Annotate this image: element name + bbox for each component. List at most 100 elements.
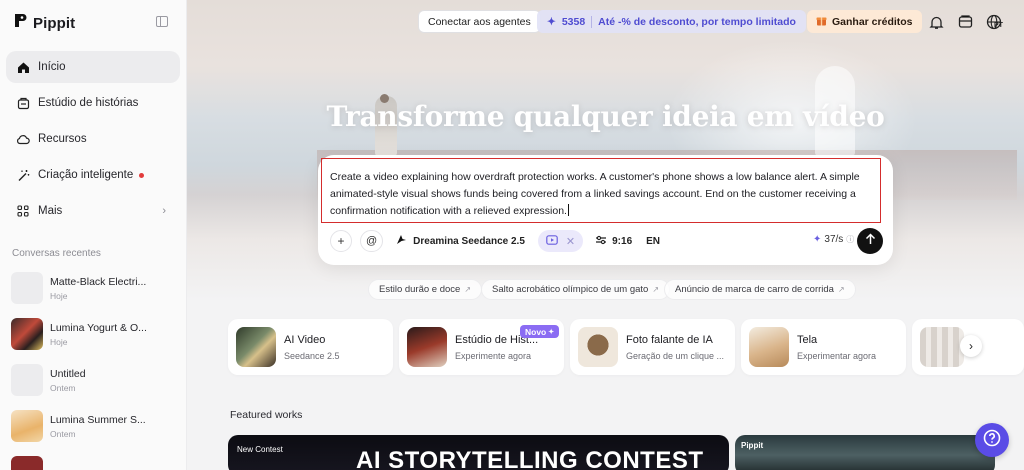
- sidebar-item-estudio[interactable]: Estúdio de histórias: [6, 87, 180, 119]
- tool-description: Experimentar agora: [797, 350, 877, 361]
- featured-work-card[interactable]: Pippit: [735, 435, 995, 470]
- conversation-date: Ontem: [50, 428, 76, 439]
- conversation-thumbnail: [11, 364, 43, 396]
- video-mode-chip[interactable]: ✕: [537, 230, 584, 252]
- prompt-card: Create a video explaining how overdraft …: [318, 155, 893, 265]
- suggestion-chip[interactable]: Estilo durão e doce ↗: [368, 279, 483, 300]
- suggestion-label: Estilo durão e doce: [379, 284, 461, 295]
- conversation-thumbnail: [11, 410, 43, 442]
- tool-card-canvas[interactable]: Tela Experimentar agora: [741, 319, 906, 375]
- magic-wand-icon: [16, 168, 30, 182]
- sidebar-item-label: Recursos: [38, 133, 87, 145]
- brand[interactable]: Pippit: [14, 13, 75, 33]
- question-icon: [983, 429, 1001, 452]
- brand-name: Pippit: [33, 14, 76, 32]
- aspect-ratio-selector[interactable]: 9:16: [595, 235, 632, 248]
- new-badge: Novo ✦: [520, 325, 560, 338]
- promo-text: Até -% de desconto, por tempo limitado: [598, 15, 796, 28]
- tool-card-talking-photo[interactable]: Foto falante de IA Geração de um clique …: [570, 319, 735, 375]
- pippit-watermark: Pippit: [741, 441, 764, 450]
- info-icon[interactable]: ⓘ: [846, 234, 854, 245]
- sparkle-icon: ✦: [813, 234, 822, 245]
- arrow-up-right-icon: ↗: [652, 285, 660, 294]
- language-code: PT: [994, 22, 1003, 29]
- suggestion-label: Salto acrobático olímpico de um gato: [492, 284, 649, 295]
- suggestion-chip[interactable]: Anúncio de marca de carro de corrida ↗: [664, 279, 856, 300]
- prompt-text: Create a video explaining how overdraft …: [330, 171, 860, 217]
- tool-description: Experimente agora: [455, 350, 532, 361]
- add-attachment-button[interactable]: +: [330, 230, 352, 252]
- sidebar-item-label: Estúdio de histórias: [38, 97, 139, 109]
- cloud-icon: [16, 132, 30, 146]
- sidebar-item-label: Criação inteligente: [38, 169, 134, 181]
- conversation-item[interactable]: Untitled Ontem: [11, 363, 181, 397]
- credit-rate: ✦ 37/s ⓘ: [813, 234, 854, 245]
- language-selector[interactable]: EN: [646, 236, 660, 247]
- notification-dot: [139, 172, 145, 178]
- main-area: Conectar aos agentes ✦ 5358 Até -% de de…: [187, 0, 1024, 470]
- credit-rate-value: 37/s: [824, 234, 844, 245]
- dreamina-logo-icon: [396, 234, 407, 248]
- inbox-icon[interactable]: [956, 13, 974, 31]
- conversation-name: Matte-Black Electri...: [50, 275, 147, 288]
- conversation-name: Lumina Yogurt & O...: [50, 321, 147, 334]
- earn-credits-button[interactable]: Ganhar créditos: [807, 10, 922, 33]
- model-selector[interactable]: Dreamina Seedance 2.5: [391, 234, 530, 248]
- conversation-item[interactable]: Lumina Summer S... Ontem: [11, 409, 181, 443]
- tool-description: Seedance 2.5: [284, 350, 340, 361]
- sidebar-item-criacao[interactable]: Criação inteligente: [6, 159, 180, 191]
- prompt-toolbar: + @ Dreamina Seedance 2.5 ✕ 9:16 EN: [330, 230, 660, 252]
- text-caret: [567, 204, 569, 216]
- sidebar-item-mais[interactable]: Mais ›: [6, 195, 180, 227]
- contest-title: AI STORYTELLING CONTEST: [356, 447, 704, 470]
- tool-thumbnail: [236, 327, 276, 367]
- chevron-right-icon: ›: [162, 205, 166, 217]
- promo-count: 5358: [561, 15, 586, 28]
- sidebar-item-inicio[interactable]: Início: [6, 51, 180, 83]
- chevron-right-icon: ›: [969, 339, 973, 353]
- mention-button[interactable]: @: [360, 230, 384, 252]
- conversation-name: Untitled: [50, 367, 86, 380]
- aspect-ratio-value: 9:16: [612, 235, 633, 247]
- sidebar-item-recursos[interactable]: Recursos: [6, 123, 180, 155]
- carousel-next-button[interactable]: ›: [960, 335, 982, 357]
- conversation-date: Ontem: [50, 382, 76, 393]
- tool-card-story-studio[interactable]: Estúdio de Hist... Experimente agora Nov…: [399, 319, 564, 375]
- book-icon: [16, 96, 30, 110]
- conversation-thumbnail: [11, 272, 43, 304]
- tool-card-ai-video[interactable]: AI Video Seedance 2.5: [228, 319, 393, 375]
- sidebar-collapse-icon[interactable]: [156, 16, 168, 27]
- conversation-item[interactable]: Matte-Black Electri... Hoje: [11, 271, 181, 305]
- help-button[interactable]: [975, 423, 1009, 457]
- tool-name: AI Video: [284, 333, 326, 346]
- tool-name: Foto falante de IA: [626, 333, 713, 346]
- hero-title: Transforme qualquer ideia em vídeo: [326, 100, 885, 133]
- grid-icon: [16, 204, 30, 218]
- recent-conversations-title: Conversas recentes: [12, 248, 101, 259]
- sidebar-item-label: Início: [38, 61, 66, 73]
- video-icon: [546, 234, 558, 248]
- tool-thumbnail: [578, 327, 618, 367]
- bell-icon[interactable]: [927, 13, 945, 31]
- suggestion-label: Anúncio de marca de carro de corrida: [675, 284, 834, 295]
- conversation-name: Lumina Summer S...: [50, 413, 146, 426]
- send-button[interactable]: [857, 228, 883, 254]
- conversation-date: Hoje: [50, 290, 68, 301]
- tool-description: Geração de um clique ...: [626, 350, 725, 361]
- featured-works-title: Featured works: [230, 409, 303, 421]
- featured-contest-card[interactable]: New Contest AI STORYTELLING CONTEST: [228, 435, 729, 470]
- model-name: Dreamina Seedance 2.5: [413, 235, 525, 247]
- arrow-up-right-icon: ↗: [837, 285, 845, 294]
- suggestion-chip[interactable]: Salto acrobático olímpico de um gato ↗: [481, 279, 671, 300]
- arrow-up-icon: [865, 232, 876, 250]
- conversation-item[interactable]: Lumina Yogurt & O... Hoje: [11, 317, 181, 351]
- home-icon: [16, 60, 30, 74]
- promo-banner[interactable]: ✦ 5358 Até -% de desconto, por tempo lim…: [537, 10, 806, 33]
- connect-agents-button[interactable]: Conectar aos agentes: [418, 10, 541, 33]
- promo-divider: [591, 15, 593, 28]
- sidebar-item-label: Mais: [38, 205, 63, 217]
- conversation-item[interactable]: [11, 455, 181, 470]
- prompt-input[interactable]: Create a video explaining how overdraft …: [321, 158, 881, 223]
- close-icon[interactable]: ✕: [566, 235, 575, 248]
- earn-credits-label: Ganhar créditos: [832, 15, 913, 28]
